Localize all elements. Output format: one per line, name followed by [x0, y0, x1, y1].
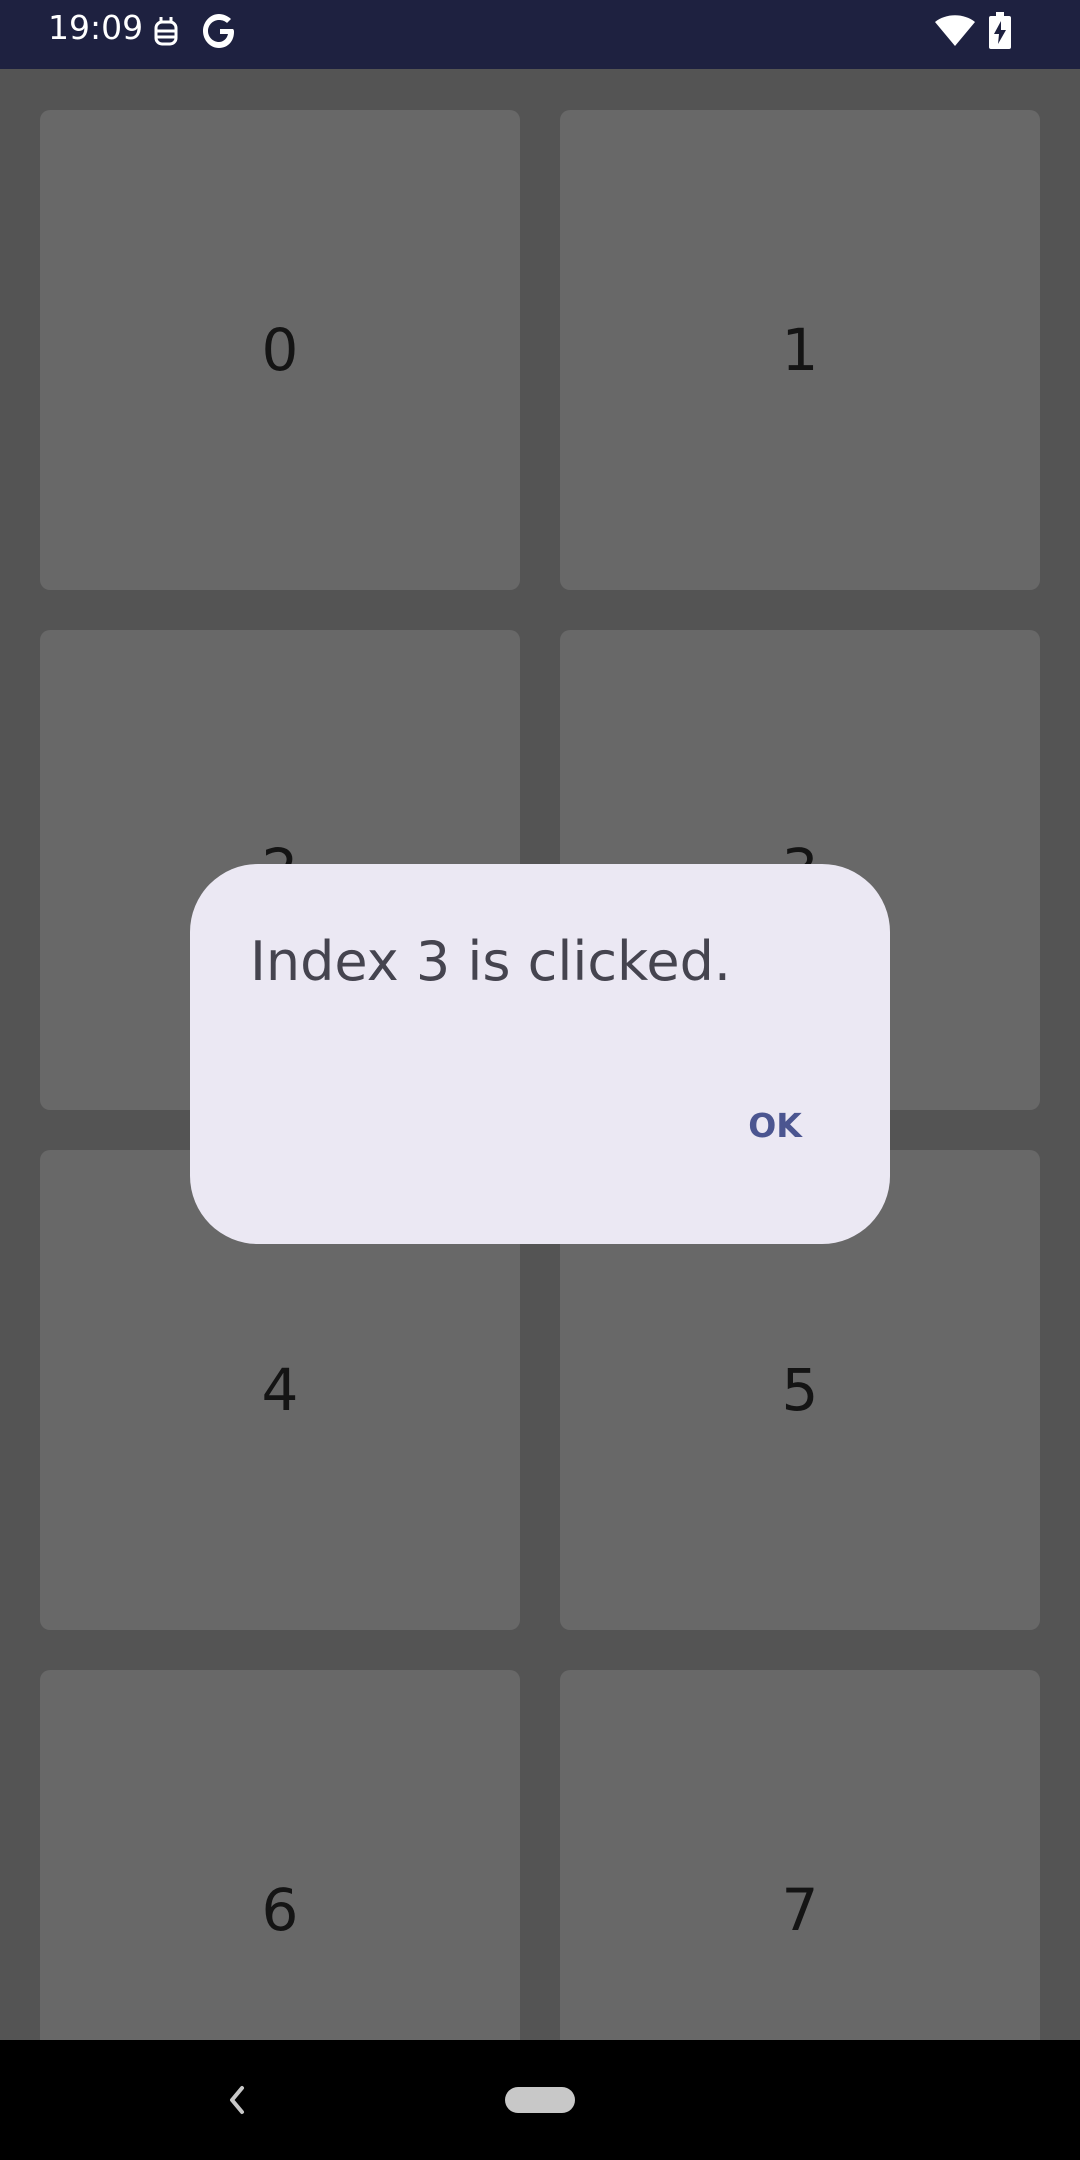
ok-button[interactable]: OK — [710, 1090, 840, 1160]
status-time: 19:09 — [48, 8, 144, 47]
grid-cell-label: 1 — [781, 316, 819, 384]
dialog-message: Index 3 is clicked. — [250, 930, 732, 993]
grid-cell-label: 6 — [261, 1876, 299, 1944]
grid-cell-label: 4 — [261, 1356, 299, 1424]
grid-cell-label: 7 — [781, 1876, 819, 1944]
alert-dialog: Index 3 is clicked. OK — [190, 864, 890, 1244]
grid-cell-6[interactable]: 6 — [40, 1670, 520, 2040]
status-bar: 19:09 — [0, 0, 1080, 69]
grid-cell-label: 5 — [781, 1356, 819, 1424]
navigation-bar — [0, 2040, 1080, 2160]
grid-cell-1[interactable]: 1 — [560, 110, 1040, 590]
grid-cell-label: 0 — [261, 316, 299, 384]
wifi-icon — [934, 14, 976, 52]
notification-robot-icon — [150, 14, 182, 54]
grid-cell-0[interactable]: 0 — [40, 110, 520, 590]
grid-cell-7[interactable]: 7 — [560, 1670, 1040, 2040]
back-icon[interactable] — [222, 2078, 252, 2126]
home-pill-icon[interactable] — [505, 2087, 575, 2113]
battery-charging-icon — [988, 12, 1012, 54]
google-g-icon — [202, 12, 238, 54]
